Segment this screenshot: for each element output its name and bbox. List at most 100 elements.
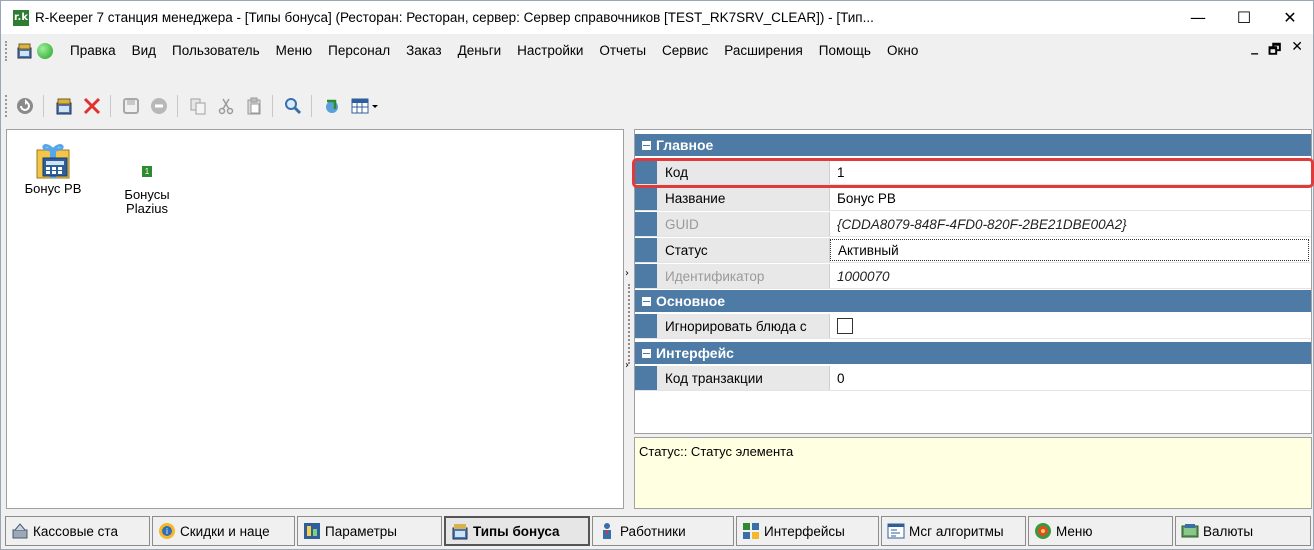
item-label: Бонусы Plazius: [124, 187, 170, 216]
toolbar-grip[interactable]: [5, 95, 9, 117]
mdi-document-icon[interactable]: [15, 41, 35, 61]
pane-splitter[interactable]: › ›: [625, 129, 633, 509]
property-value-ignore-dishes[interactable]: [830, 314, 1311, 338]
mdi-controls: _ 🗗 ✕: [1251, 39, 1303, 63]
menu-menu[interactable]: Меню: [273, 43, 316, 58]
property-value-name[interactable]: Бонус PB: [830, 186, 1311, 210]
splitter-grip[interactable]: [628, 284, 630, 364]
property-grid[interactable]: Главное Код 1 Название Бонус PB GUID {CD…: [634, 129, 1312, 434]
tab-parameters[interactable]: Параметры: [297, 516, 442, 546]
property-name: Статус: [657, 238, 830, 262]
copy-icon[interactable]: [186, 94, 210, 118]
mdi-minimize-button[interactable]: _: [1251, 39, 1258, 63]
collapse-icon[interactable]: [642, 296, 651, 306]
menu-order[interactable]: Заказ: [403, 43, 444, 58]
tab-employees[interactable]: Работники: [592, 516, 734, 546]
property-name: Код транзакции: [657, 366, 830, 390]
tab-msg-algorithms[interactable]: Мсг алгоритмы: [881, 516, 1026, 546]
menu-grip[interactable]: [5, 40, 9, 61]
export-icon[interactable]: [320, 94, 344, 118]
menu-view[interactable]: Вид: [129, 43, 159, 58]
menu-user[interactable]: Пользователь: [169, 43, 263, 58]
property-row-transaction-code[interactable]: Код транзакции 0: [635, 366, 1311, 391]
tab-label: Меню: [1056, 523, 1093, 539]
cut-icon[interactable]: [214, 94, 238, 118]
tab-label: Работники: [620, 523, 686, 539]
tab-menu[interactable]: Меню: [1028, 516, 1173, 546]
list-item-bonus-pb[interactable]: Бонус PB: [13, 136, 93, 196]
close-button[interactable]: ✕: [1267, 1, 1313, 34]
toolbar-separator: [177, 95, 178, 117]
refresh-icon[interactable]: [13, 94, 37, 118]
tab-bonus-types[interactable]: Типы бонуса: [444, 516, 590, 546]
algorithms-icon: [887, 522, 905, 540]
tab-label: Параметры: [325, 523, 397, 539]
row-gutter: [635, 264, 657, 288]
category-label: Главное: [656, 137, 714, 153]
property-value-code[interactable]: 1: [830, 160, 1311, 184]
gift-calculator-icon: [13, 136, 93, 180]
svg-text:i: i: [166, 527, 168, 536]
tab-discounts[interactable]: i Скидки и наце: [152, 516, 295, 546]
property-value-status[interactable]: Активный: [830, 239, 1309, 261]
ignore-dishes-checkbox[interactable]: [837, 318, 853, 334]
tab-interfaces[interactable]: Интерфейсы: [736, 516, 879, 546]
paste-icon[interactable]: [242, 94, 266, 118]
employee-icon: [598, 522, 616, 540]
mdi-restore-button[interactable]: 🗗: [1268, 39, 1281, 63]
menu-edit[interactable]: Правка: [67, 43, 119, 58]
property-row-ignore-dishes[interactable]: Игнорировать блюда с: [635, 314, 1311, 339]
bonus-types-icon: [451, 522, 469, 540]
search-icon[interactable]: [281, 94, 305, 118]
maximize-button[interactable]: ☐: [1221, 1, 1267, 34]
tab-cash-stations[interactable]: Кассовые ста: [5, 516, 150, 546]
cancel-icon[interactable]: [147, 94, 171, 118]
tab-label: Скидки и наце: [180, 523, 270, 539]
minimize-button[interactable]: —: [1175, 1, 1221, 34]
menu-personnel[interactable]: Персонал: [325, 43, 393, 58]
property-row-guid[interactable]: GUID {CDDA8079-848F-4FD0-820F-2BE21DBE00…: [635, 212, 1311, 237]
new-item-icon[interactable]: [52, 94, 76, 118]
discount-icon: i: [158, 522, 176, 540]
save-icon[interactable]: [119, 94, 143, 118]
category-main[interactable]: Главное: [635, 134, 1311, 156]
toolbar-separator: [272, 95, 273, 117]
parameters-icon: [303, 522, 321, 540]
property-row-code[interactable]: Код 1: [635, 160, 1311, 185]
menu-window[interactable]: Окно: [884, 43, 921, 58]
menu-money[interactable]: Деньги: [455, 43, 505, 58]
property-row-identifier[interactable]: Идентификатор 1000070: [635, 264, 1311, 289]
item-label: Бонус PB: [24, 181, 82, 196]
category-basic[interactable]: Основное: [635, 290, 1311, 312]
mdi-close-button[interactable]: ✕: [1291, 39, 1303, 63]
property-row-name[interactable]: Название Бонус PB: [635, 186, 1311, 211]
small-green-icon: 1: [105, 166, 189, 180]
menu-bar: Правка Вид Пользователь Меню Персонал За…: [1, 34, 1313, 67]
category-interface[interactable]: Интерфейс: [635, 342, 1311, 364]
splitter-arrow-icon[interactable]: ›: [625, 269, 633, 279]
status-light-icon: [37, 42, 53, 59]
menu-service[interactable]: Сервис: [659, 43, 711, 58]
menu-extensions[interactable]: Расширения: [721, 43, 806, 58]
menu-help[interactable]: Помощь: [816, 43, 874, 58]
collapse-icon[interactable]: [642, 348, 651, 358]
menu-settings[interactable]: Настройки: [514, 43, 586, 58]
tab-label: Валюты: [1203, 523, 1254, 539]
property-value-transaction-code[interactable]: 0: [830, 366, 1311, 390]
delete-icon[interactable]: [80, 94, 104, 118]
property-row-status[interactable]: Статус Активный: [635, 238, 1311, 263]
view-mode-icon[interactable]: [348, 94, 382, 118]
row-gutter: [635, 366, 657, 390]
splitter-arrow-icon[interactable]: ›: [625, 361, 633, 371]
toolbar-separator: [43, 95, 44, 117]
collapse-icon[interactable]: [642, 140, 651, 150]
property-value-guid: {CDDA8079-848F-4FD0-820F-2BE21DBE00A2}: [837, 216, 1127, 232]
tab-label: Мсг алгоритмы: [909, 523, 1004, 539]
tab-label: Типы бонуса: [473, 523, 560, 539]
tab-label: Кассовые ста: [33, 523, 118, 539]
list-item-bonus-plazius[interactable]: 1 Бонусы Plazius: [105, 166, 189, 216]
menu-reports[interactable]: Отчеты: [596, 43, 649, 58]
items-view[interactable]: Бонус PB 1 Бонусы Plazius: [6, 129, 624, 509]
property-name: Код: [657, 160, 830, 184]
tab-currencies[interactable]: Валюты: [1175, 516, 1311, 546]
